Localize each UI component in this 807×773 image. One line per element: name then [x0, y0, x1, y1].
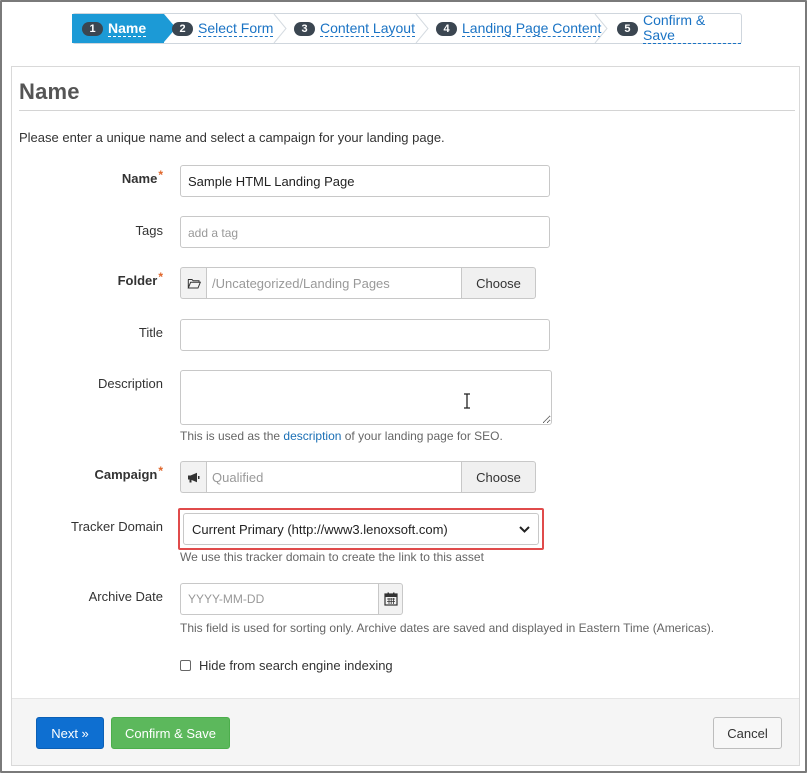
title-label: Title	[138, 325, 163, 340]
step-label: Landing Page Content	[462, 19, 602, 37]
archive-date-label: Archive Date	[88, 589, 163, 604]
tracker-domain-select[interactable]: Current Primary (http://www3.lenoxsoft.c…	[183, 513, 539, 545]
archive-date-picker: YYYY-MM-DD	[180, 583, 403, 615]
step-separator-icon	[415, 14, 429, 43]
step-number: 1	[82, 21, 103, 36]
tags-label: Tags	[135, 223, 163, 238]
tracker-domain-highlight: Current Primary (http://www3.lenoxsoft.c…	[178, 508, 544, 550]
step-separator-icon	[594, 14, 608, 43]
hide-from-search-checkbox[interactable]	[180, 660, 191, 671]
description-help: This is used as the description of your …	[180, 429, 503, 443]
confirm-save-button[interactable]: Confirm & Save	[111, 717, 230, 749]
wizard-step-landing-page-content[interactable]: 4 Landing Page Content	[436, 14, 602, 43]
form-footer: Next » Confirm & Save Cancel	[12, 698, 799, 765]
chevron-down-icon	[519, 525, 530, 533]
description-link[interactable]: description	[283, 429, 341, 443]
step-number: 3	[294, 21, 315, 36]
tracker-domain-value: Current Primary (http://www3.lenoxsoft.c…	[192, 521, 448, 537]
folder-picker: /Uncategorized/Landing Pages Choose	[180, 267, 536, 299]
step-number: 4	[436, 21, 457, 36]
archive-date-input[interactable]: YYYY-MM-DD	[180, 583, 378, 615]
folder-open-icon	[180, 267, 206, 299]
hide-from-search-row[interactable]: Hide from search engine indexing	[180, 658, 393, 673]
tags-input[interactable]	[180, 216, 550, 248]
title-divider	[19, 110, 795, 111]
folder-label: Folder*	[117, 270, 163, 288]
archive-date-help: This field is used for sorting only. Arc…	[180, 621, 715, 635]
step-number: 2	[172, 21, 193, 36]
folder-path-field[interactable]: /Uncategorized/Landing Pages	[206, 267, 461, 299]
wizard-step-name[interactable]: 1 Name	[72, 14, 176, 43]
page-title: Name	[19, 79, 80, 104]
campaign-label: Campaign*	[94, 464, 163, 482]
tracker-domain-label: Tracker Domain	[71, 519, 163, 534]
step-number: 5	[617, 21, 638, 36]
text-cursor-icon	[464, 393, 470, 409]
campaign-field[interactable]: Qualified	[206, 461, 461, 493]
hide-from-search-label: Hide from search engine indexing	[199, 658, 393, 673]
cancel-button[interactable]: Cancel	[713, 717, 782, 749]
wizard-step-confirm-save[interactable]: 5 Confirm & Save	[617, 13, 741, 44]
wizard-step-content-layout[interactable]: 3 Content Layout	[294, 14, 415, 43]
required-star: *	[158, 270, 163, 284]
campaign-choose-button[interactable]: Choose	[461, 461, 536, 493]
megaphone-icon	[180, 461, 206, 493]
intro-text: Please enter a unique name and select a …	[19, 130, 445, 145]
step-label: Content Layout	[320, 19, 415, 37]
landing-page-form-card: Name Please enter a unique name and sele…	[11, 66, 800, 766]
campaign-picker: Qualified Choose	[180, 461, 536, 493]
step-label: Name	[108, 19, 147, 37]
next-button[interactable]: Next »	[36, 717, 104, 749]
name-input[interactable]	[180, 165, 550, 197]
description-label: Description	[97, 376, 163, 391]
step-label: Confirm & Save	[642, 13, 741, 44]
wizard-steps: 1 Name 2 Select Form 3 Content Layout 4 …	[72, 13, 742, 44]
folder-choose-button[interactable]: Choose	[461, 267, 536, 299]
tracker-domain-help: We use this tracker domain to create the…	[180, 550, 484, 564]
wizard-step-select-form[interactable]: 2 Select Form	[172, 14, 274, 43]
calendar-icon[interactable]	[378, 583, 403, 615]
title-input[interactable]	[180, 319, 550, 351]
step-separator-icon	[273, 14, 287, 43]
required-star: *	[158, 168, 163, 182]
step-label: Select Form	[198, 19, 274, 37]
description-textarea[interactable]	[180, 370, 552, 425]
required-star: *	[158, 464, 163, 478]
name-label: Name*	[121, 168, 163, 186]
